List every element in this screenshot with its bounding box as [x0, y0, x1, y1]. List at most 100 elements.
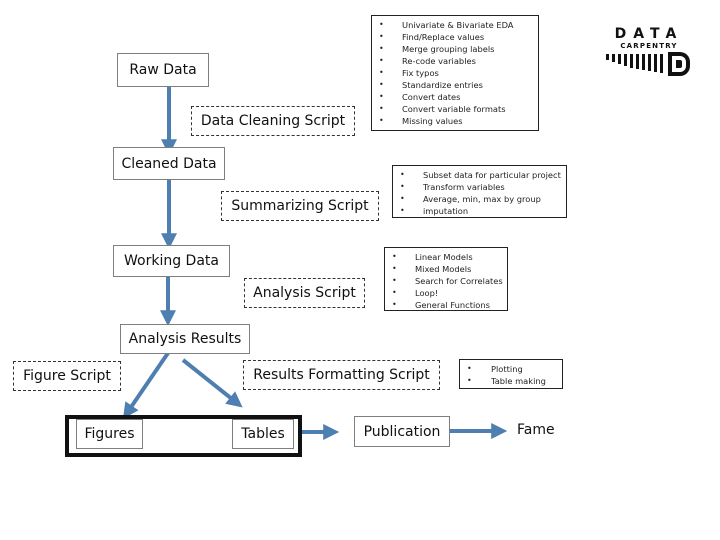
node-tables-label: Tables	[241, 426, 285, 442]
node-analysis-results: Analysis Results	[120, 324, 250, 354]
list-item: • Re-code variables	[372, 55, 538, 67]
list-item: • Find/Replace values	[372, 31, 538, 43]
bullet-icon: •	[400, 206, 405, 215]
node-analysis-script: Analysis Script	[244, 278, 365, 308]
bullet-icon: •	[400, 182, 405, 191]
flow-arrows	[122, 87, 508, 440]
list-item-text: Loop!	[415, 288, 439, 298]
bullet-icon: •	[379, 32, 384, 41]
list-item-text: Average, min, max by group	[423, 194, 541, 204]
list-item: • Search for Correlates	[385, 275, 507, 287]
bullet-icon: •	[379, 44, 384, 53]
list-item: • Univariate & Bivariate EDA	[372, 19, 538, 31]
data-carpentry-logo: DATA CARPENTRY	[606, 26, 690, 76]
list-item-text: Linear Models	[415, 252, 473, 262]
list-item: • Subset data for particular project	[393, 169, 566, 181]
list-item: • Transform variables	[393, 181, 566, 193]
bullet-icon: •	[400, 170, 405, 179]
node-analysis-results-label: Analysis Results	[128, 331, 242, 347]
bullet-icon: •	[392, 300, 397, 309]
note-formatting-list: • Plotting • Table making	[460, 363, 562, 387]
bullet-icon: •	[392, 264, 397, 273]
note-analysis-tasks: • Linear Models • Mixed Models • Search for…	[384, 247, 508, 311]
note-cleaning-list: • Univariate & Bivariate EDA • Find/Replac…	[372, 19, 538, 127]
list-item-text: Convert variable formats	[402, 104, 506, 114]
bullet-icon: •	[392, 288, 397, 297]
list-item-text: Convert dates	[402, 92, 461, 102]
bullet-icon: •	[379, 20, 384, 29]
bullet-icon: •	[400, 194, 405, 203]
bullet-icon: •	[379, 68, 384, 77]
list-item-text: Subset data for particular project	[423, 170, 561, 180]
logo-line1: DATA	[615, 26, 684, 42]
list-item-text: Search for Correlates	[415, 276, 503, 286]
node-data-cleaning-script-label: Data Cleaning Script	[200, 113, 346, 129]
list-item-text: Fix typos	[402, 68, 439, 78]
list-item: • Table making	[460, 375, 562, 387]
node-tables: Tables	[232, 419, 294, 449]
arrow-results-to-figures	[122, 351, 170, 419]
node-working-data-label: Working Data	[124, 253, 219, 269]
logo-line2: CARPENTRY	[620, 42, 677, 50]
bullet-icon: •	[379, 56, 384, 65]
node-figures-label: Figures	[84, 426, 135, 442]
list-item: • Loop!	[385, 287, 507, 299]
list-item: • Plotting	[460, 363, 562, 375]
list-item-text: Missing values	[402, 116, 463, 126]
list-item-text: Table making	[491, 376, 546, 386]
note-analysis-list: • Linear Models • Mixed Models • Search for…	[385, 251, 507, 311]
list-item: • Standardize entries	[372, 79, 538, 91]
node-summarizing-script: Summarizing Script	[221, 191, 379, 221]
node-cleaned-data-label: Cleaned Data	[121, 155, 217, 172]
bullet-icon: •	[379, 104, 384, 113]
list-item-text: Standardize entries	[402, 80, 483, 90]
node-publication-label: Publication	[363, 423, 441, 440]
list-item: • Fix typos	[372, 67, 538, 79]
list-item-text: Transform variables	[423, 182, 505, 192]
node-figures: Figures	[76, 419, 143, 449]
node-results-formatting-script-label: Results Formatting Script	[253, 367, 430, 383]
node-results-formatting-script: Results Formatting Script	[243, 360, 440, 390]
node-cleaned-data: Cleaned Data	[113, 147, 225, 180]
note-summarizing-list: • Subset data for particular project • Tra…	[393, 169, 566, 217]
list-item: • General Functions	[385, 299, 507, 311]
bullet-icon: •	[392, 252, 397, 261]
note-formatting-tasks: • Plotting • Table making	[459, 359, 563, 389]
list-item-text: Merge grouping labels	[402, 44, 495, 54]
bullet-icon: •	[379, 116, 384, 125]
node-publication: Publication	[354, 416, 450, 447]
list-item-text: Re-code variables	[402, 56, 476, 66]
list-item-text: General Functions	[415, 300, 490, 310]
list-item-text: Plotting	[491, 364, 523, 374]
node-analysis-script-label: Analysis Script	[253, 285, 356, 301]
logo-bars-icon	[606, 54, 663, 73]
note-cleaning-tasks: • Univariate & Bivariate EDA • Find/Replac…	[371, 15, 539, 131]
node-raw-data-label: Raw Data	[129, 62, 197, 78]
bullet-icon: •	[467, 376, 472, 385]
list-item: • Mixed Models	[385, 263, 507, 275]
list-item-text: Find/Replace values	[402, 32, 485, 42]
list-item: • Linear Models	[385, 251, 507, 263]
node-raw-data: Raw Data	[117, 53, 209, 87]
node-fame-label: Fame	[517, 422, 555, 438]
list-item-text: imputation	[423, 206, 469, 216]
list-item: • Average, min, max by group	[393, 193, 566, 205]
node-figure-script-label: Figure Script	[23, 368, 111, 384]
list-item: • Convert variable formats	[372, 103, 538, 115]
list-item-text: Mixed Models	[415, 264, 472, 274]
list-item: • Merge grouping labels	[372, 43, 538, 55]
bullet-icon: •	[392, 276, 397, 285]
list-item: • Missing values	[372, 115, 538, 127]
node-summarizing-script-label: Summarizing Script	[231, 198, 369, 214]
bullet-icon: •	[467, 364, 472, 373]
list-item: • imputation	[393, 205, 566, 217]
node-working-data: Working Data	[113, 245, 230, 277]
note-summarizing-tasks: • Subset data for particular project • Tra…	[392, 165, 567, 218]
node-data-cleaning-script: Data Cleaning Script	[191, 106, 355, 136]
logo-d-mark-icon	[668, 52, 690, 76]
node-figure-script: Figure Script	[13, 361, 121, 391]
bullet-icon: •	[379, 92, 384, 101]
arrow-results-to-tables	[181, 358, 243, 408]
bullet-icon: •	[379, 80, 384, 89]
list-item-text: Univariate & Bivariate EDA	[402, 20, 514, 30]
